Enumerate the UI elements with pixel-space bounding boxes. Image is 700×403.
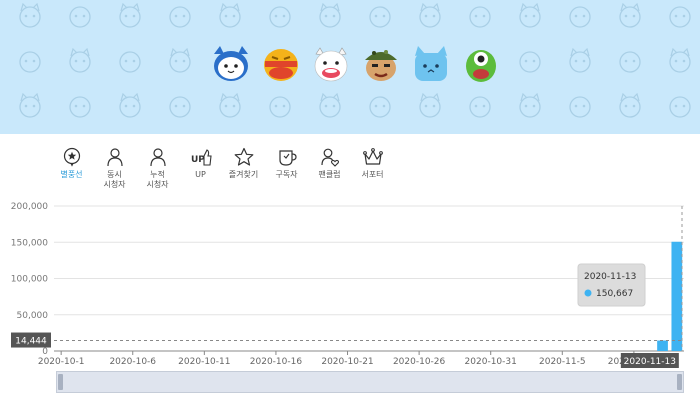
pointer-y-label: 14,444: [15, 337, 47, 347]
pattern-icon: [569, 6, 591, 28]
pattern-icon: [469, 96, 491, 118]
person-icon: [149, 148, 166, 167]
tab-fanclub[interactable]: 팬클럽: [308, 146, 351, 190]
x-tick-label: 2020-10-16: [250, 357, 303, 367]
zoom-start-handle[interactable]: [58, 374, 63, 390]
pattern-icon: [669, 96, 691, 118]
tab-cumulative-viewers-label: 누적 시청자: [146, 170, 169, 189]
y-tick-label: 0: [42, 347, 48, 357]
tab-supporters-label: 서포터: [361, 170, 384, 179]
pattern-icon: [669, 47, 691, 73]
y-tick-label: 100,000: [11, 275, 48, 285]
crown-icon: [362, 148, 383, 165]
x-tick-label: 2020-10-11: [178, 357, 230, 367]
white-cow-character-icon[interactable]: [310, 44, 352, 84]
pattern-icon: [519, 2, 541, 28]
pattern-icon: [419, 92, 441, 118]
pattern-icon: [619, 92, 641, 118]
pattern-icon: [219, 2, 241, 28]
green-one-eye-character-icon[interactable]: [460, 44, 502, 84]
soldier-character-icon[interactable]: [360, 44, 402, 84]
pattern-icon: [369, 6, 391, 28]
tab-concurrent-viewers-label: 동시 시청자: [103, 170, 126, 189]
pattern-icon: [19, 51, 41, 73]
pattern-icon: [519, 51, 541, 73]
pattern-icon: [169, 47, 191, 73]
pattern-icon: [519, 92, 541, 118]
orange-bear-character-icon[interactable]: [260, 44, 302, 84]
pointer-x-label: 2020-11-13: [624, 357, 676, 367]
pattern-icon: [119, 2, 141, 28]
tab-subscribers-label: 구독자: [275, 170, 298, 179]
zoom-end-handle[interactable]: [677, 374, 682, 390]
pattern-icon: [469, 6, 491, 28]
tab-subscribers[interactable]: 구독자: [265, 146, 308, 190]
x-tick-label: 2020-11-5: [539, 357, 586, 367]
banner: [0, 0, 700, 134]
x-tick-label: 2020-10-26: [393, 357, 446, 367]
pattern-icon: [269, 96, 291, 118]
pattern-icon: [619, 2, 641, 28]
pattern-icon: [319, 92, 341, 118]
tab-concurrent-viewers[interactable]: 동시 시청자: [93, 146, 136, 190]
tab-favorites[interactable]: 즐겨찾기: [222, 146, 265, 190]
pattern-icon: [169, 96, 191, 118]
tab-fanclub-label: 팬클럽: [318, 170, 341, 179]
stat-menu: 별풍선 동시 시청자 누적 시청자 UP UP 즐겨찾기 구독자 팬클럽 서포터: [50, 146, 394, 190]
pattern-icon: [69, 47, 91, 73]
pattern-icon: [619, 51, 641, 73]
bar: [657, 340, 668, 351]
y-tick-label: 150,000: [11, 238, 48, 248]
tab-up-label: UP: [195, 170, 206, 179]
y-tick-label: 200,000: [11, 202, 48, 212]
pattern-icon: [119, 92, 141, 118]
x-tick-label: 2020-10-21: [321, 357, 373, 367]
tab-cumulative-viewers[interactable]: 누적 시청자: [136, 146, 179, 190]
character-row: [210, 44, 510, 84]
blue-cat-character-icon[interactable]: [410, 44, 452, 84]
zoom-range-slider[interactable]: [56, 371, 684, 393]
fanclub-icon: [320, 148, 339, 167]
balloon-star-icon: [63, 147, 80, 167]
pattern-icon: [569, 96, 591, 118]
pattern-icon: [169, 6, 191, 28]
pattern-icon: [19, 2, 41, 28]
pattern-icon: [119, 51, 141, 73]
pattern-icon: [219, 92, 241, 118]
x-tick-label: 2020-10-6: [109, 357, 156, 367]
x-tick-label: 2020-10-1: [38, 357, 85, 367]
pattern-icon: [69, 96, 91, 118]
pattern-icon: [369, 96, 391, 118]
tooltip-date: 2020-11-13: [584, 272, 636, 282]
x-tick-label: 2020-10-31: [465, 357, 517, 367]
thumbs-up-icon: UP: [191, 149, 212, 166]
pattern-icon: [669, 6, 691, 28]
pattern-icon: [319, 2, 341, 28]
tab-up[interactable]: UP UP: [179, 146, 222, 190]
pattern-icon: [19, 92, 41, 118]
tab-supporters[interactable]: 서포터: [351, 146, 394, 190]
bar: [671, 241, 683, 351]
person-icon: [106, 148, 123, 167]
tab-favorites-label: 즐겨찾기: [228, 170, 259, 179]
star-icon: [234, 147, 253, 166]
tooltip-box: [577, 263, 646, 307]
cup-icon: [278, 150, 297, 166]
blue-white-cat-character-icon[interactable]: [210, 44, 252, 84]
pattern-icon: [419, 2, 441, 28]
tooltip-series-dot: [584, 289, 592, 297]
pattern-icon: [69, 6, 91, 28]
tooltip-value: 150,667: [596, 289, 633, 299]
tab-balloon-label: 별풍선: [60, 170, 83, 179]
pattern-icon: [569, 47, 591, 73]
y-tick-label: 50,000: [17, 311, 49, 321]
svg-text:UP: UP: [191, 155, 205, 165]
tab-balloon[interactable]: 별풍선: [50, 146, 93, 190]
pattern-icon: [269, 6, 291, 28]
